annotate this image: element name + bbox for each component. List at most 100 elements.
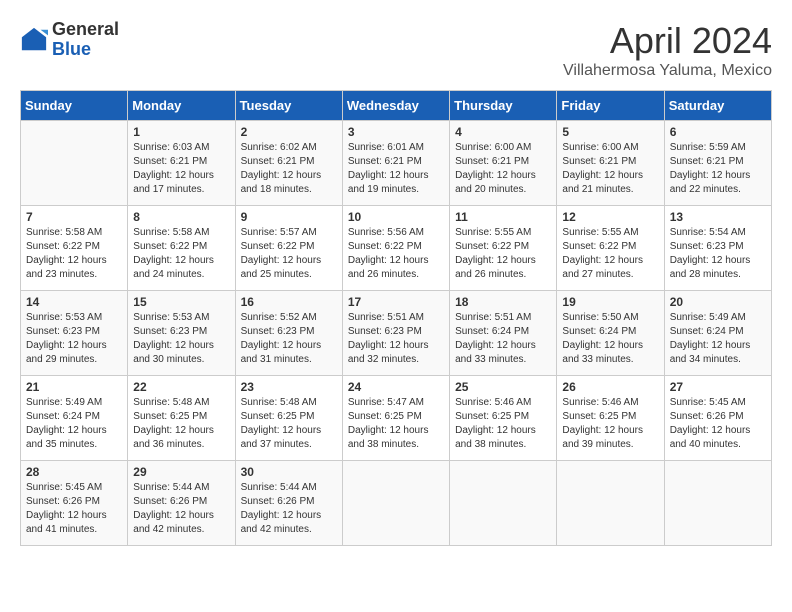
- day-number: 2: [241, 125, 337, 139]
- calendar-day-cell: [664, 461, 771, 546]
- calendar-day-cell: [450, 461, 557, 546]
- day-info: Sunrise: 5:51 AM Sunset: 6:23 PM Dayligh…: [348, 311, 444, 367]
- day-number: 27: [670, 380, 766, 394]
- calendar-header-row: SundayMondayTuesdayWednesdayThursdayFrid…: [21, 91, 772, 121]
- day-info: Sunrise: 5:44 AM Sunset: 6:26 PM Dayligh…: [241, 481, 337, 537]
- day-info: Sunrise: 5:58 AM Sunset: 6:22 PM Dayligh…: [26, 226, 122, 282]
- day-of-week-header: Thursday: [450, 91, 557, 121]
- calendar-day-cell: 7 Sunrise: 5:58 AM Sunset: 6:22 PM Daylig…: [21, 206, 128, 291]
- day-number: 22: [133, 380, 229, 394]
- calendar-day-cell: 12Sunrise: 5:55 AM Sunset: 6:22 PM Dayli…: [557, 206, 664, 291]
- day-info: Sunrise: 5:54 AM Sunset: 6:23 PM Dayligh…: [670, 226, 766, 282]
- day-number: 30: [241, 465, 337, 479]
- day-of-week-header: Friday: [557, 91, 664, 121]
- day-info: Sunrise: 5:52 AM Sunset: 6:23 PM Dayligh…: [241, 311, 337, 367]
- day-number: 1: [133, 125, 229, 139]
- calendar-day-cell: 9Sunrise: 5:57 AM Sunset: 6:22 PM Daylig…: [235, 206, 342, 291]
- calendar-table: SundayMondayTuesdayWednesdayThursdayFrid…: [20, 90, 772, 546]
- day-number: 13: [670, 210, 766, 224]
- day-info: Sunrise: 5:51 AM Sunset: 6:24 PM Dayligh…: [455, 311, 551, 367]
- day-info: Sunrise: 5:49 AM Sunset: 6:24 PM Dayligh…: [26, 396, 122, 452]
- calendar-day-cell: 8 Sunrise: 5:58 AM Sunset: 6:22 PM Daylig…: [128, 206, 235, 291]
- day-number: 15: [133, 295, 229, 309]
- calendar-day-cell: 15 Sunrise: 5:53 AM Sunset: 6:23 PM Dayli…: [128, 291, 235, 376]
- day-number: 4: [455, 125, 551, 139]
- day-of-week-header: Sunday: [21, 91, 128, 121]
- day-info: Sunrise: 5:53 AM Sunset: 6:23 PM Dayligh…: [133, 311, 229, 367]
- day-number: 3: [348, 125, 444, 139]
- month-title: April 2024: [563, 20, 772, 62]
- day-number: 25: [455, 380, 551, 394]
- logo-icon: [20, 26, 48, 54]
- calendar-week-row: 28Sunrise: 5:45 AM Sunset: 6:26 PM Dayli…: [21, 461, 772, 546]
- calendar-week-row: 21 Sunrise: 5:49 AM Sunset: 6:24 PM Dayli…: [21, 376, 772, 461]
- day-number: 6: [670, 125, 766, 139]
- day-number: 29: [133, 465, 229, 479]
- calendar-day-cell: 17 Sunrise: 5:51 AM Sunset: 6:23 PM Dayli…: [342, 291, 449, 376]
- page-header: General Blue April 2024 Villahermosa Yal…: [20, 20, 772, 80]
- day-number: 10: [348, 210, 444, 224]
- calendar-day-cell: [21, 121, 128, 206]
- calendar-day-cell: 27 Sunrise: 5:45 AM Sunset: 6:26 PM Dayli…: [664, 376, 771, 461]
- day-of-week-header: Monday: [128, 91, 235, 121]
- day-number: 14: [26, 295, 122, 309]
- day-number: 17: [348, 295, 444, 309]
- calendar-day-cell: 23 Sunrise: 5:48 AM Sunset: 6:25 PM Dayli…: [235, 376, 342, 461]
- calendar-day-cell: 16 Sunrise: 5:52 AM Sunset: 6:23 PM Dayli…: [235, 291, 342, 376]
- day-of-week-header: Saturday: [664, 91, 771, 121]
- calendar-day-cell: 18 Sunrise: 5:51 AM Sunset: 6:24 PM Dayli…: [450, 291, 557, 376]
- day-of-week-header: Tuesday: [235, 91, 342, 121]
- calendar-day-cell: 24Sunrise: 5:47 AM Sunset: 6:25 PM Dayli…: [342, 376, 449, 461]
- day-number: 19: [562, 295, 658, 309]
- calendar-day-cell: 10 Sunrise: 5:56 AM Sunset: 6:22 PM Dayli…: [342, 206, 449, 291]
- day-number: 7: [26, 210, 122, 224]
- day-number: 8: [133, 210, 229, 224]
- day-info: Sunrise: 5:57 AM Sunset: 6:22 PM Dayligh…: [241, 226, 337, 282]
- calendar-day-cell: 14Sunrise: 5:53 AM Sunset: 6:23 PM Dayli…: [21, 291, 128, 376]
- calendar-day-cell: 13 Sunrise: 5:54 AM Sunset: 6:23 PM Dayli…: [664, 206, 771, 291]
- day-number: 12: [562, 210, 658, 224]
- day-info: Sunrise: 5:56 AM Sunset: 6:22 PM Dayligh…: [348, 226, 444, 282]
- day-info: Sunrise: 6:01 AM Sunset: 6:21 PM Dayligh…: [348, 141, 444, 197]
- calendar-day-cell: 19Sunrise: 5:50 AM Sunset: 6:24 PM Dayli…: [557, 291, 664, 376]
- day-info: Sunrise: 5:48 AM Sunset: 6:25 PM Dayligh…: [133, 396, 229, 452]
- calendar-day-cell: 29 Sunrise: 5:44 AM Sunset: 6:26 PM Dayli…: [128, 461, 235, 546]
- day-info: Sunrise: 6:02 AM Sunset: 6:21 PM Dayligh…: [241, 141, 337, 197]
- logo: General Blue: [20, 20, 119, 60]
- calendar-day-cell: 6Sunrise: 5:59 AM Sunset: 6:21 PM Daylig…: [664, 121, 771, 206]
- day-info: Sunrise: 5:46 AM Sunset: 6:25 PM Dayligh…: [562, 396, 658, 452]
- calendar-body: 1 Sunrise: 6:03 AM Sunset: 6:21 PM Daylig…: [21, 121, 772, 546]
- day-info: Sunrise: 5:47 AM Sunset: 6:25 PM Dayligh…: [348, 396, 444, 452]
- calendar-day-cell: 22 Sunrise: 5:48 AM Sunset: 6:25 PM Dayli…: [128, 376, 235, 461]
- location-subtitle: Villahermosa Yaluma, Mexico: [563, 62, 772, 80]
- day-number: 23: [241, 380, 337, 394]
- day-number: 26: [562, 380, 658, 394]
- day-of-week-header: Wednesday: [342, 91, 449, 121]
- day-number: 18: [455, 295, 551, 309]
- calendar-day-cell: [342, 461, 449, 546]
- calendar-day-cell: 30 Sunrise: 5:44 AM Sunset: 6:26 PM Dayli…: [235, 461, 342, 546]
- day-number: 5: [562, 125, 658, 139]
- calendar-day-cell: 4 Sunrise: 6:00 AM Sunset: 6:21 PM Daylig…: [450, 121, 557, 206]
- logo-blue-text: Blue: [52, 39, 91, 59]
- day-info: Sunrise: 5:45 AM Sunset: 6:26 PM Dayligh…: [26, 481, 122, 537]
- calendar-week-row: 7 Sunrise: 5:58 AM Sunset: 6:22 PM Daylig…: [21, 206, 772, 291]
- logo-general-text: General: [52, 19, 119, 39]
- day-number: 21: [26, 380, 122, 394]
- day-number: 16: [241, 295, 337, 309]
- calendar-day-cell: 5 Sunrise: 6:00 AM Sunset: 6:21 PM Daylig…: [557, 121, 664, 206]
- calendar-day-cell: [557, 461, 664, 546]
- day-info: Sunrise: 5:46 AM Sunset: 6:25 PM Dayligh…: [455, 396, 551, 452]
- day-info: Sunrise: 5:49 AM Sunset: 6:24 PM Dayligh…: [670, 311, 766, 367]
- day-info: Sunrise: 6:00 AM Sunset: 6:21 PM Dayligh…: [455, 141, 551, 197]
- day-info: Sunrise: 5:48 AM Sunset: 6:25 PM Dayligh…: [241, 396, 337, 452]
- day-info: Sunrise: 6:03 AM Sunset: 6:21 PM Dayligh…: [133, 141, 229, 197]
- day-info: Sunrise: 5:58 AM Sunset: 6:22 PM Dayligh…: [133, 226, 229, 282]
- day-info: Sunrise: 5:45 AM Sunset: 6:26 PM Dayligh…: [670, 396, 766, 452]
- calendar-day-cell: 2 Sunrise: 6:02 AM Sunset: 6:21 PM Daylig…: [235, 121, 342, 206]
- day-info: Sunrise: 5:44 AM Sunset: 6:26 PM Dayligh…: [133, 481, 229, 537]
- day-info: Sunrise: 6:00 AM Sunset: 6:21 PM Dayligh…: [562, 141, 658, 197]
- calendar-day-cell: 25 Sunrise: 5:46 AM Sunset: 6:25 PM Dayli…: [450, 376, 557, 461]
- day-number: 11: [455, 210, 551, 224]
- calendar-day-cell: 28Sunrise: 5:45 AM Sunset: 6:26 PM Dayli…: [21, 461, 128, 546]
